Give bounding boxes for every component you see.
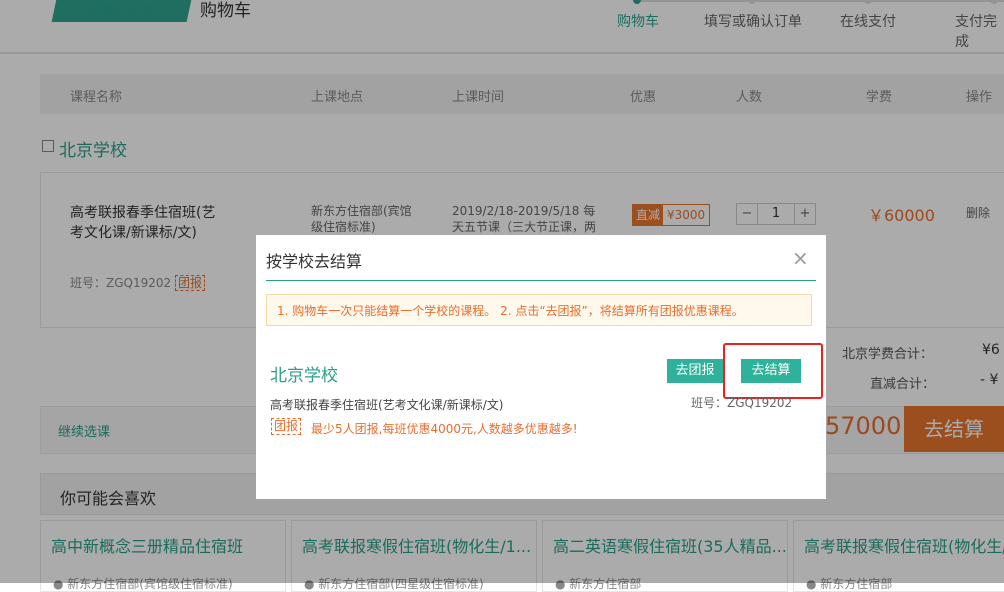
dialog-promo-text: 最少5人团报,每班优惠4000元,人数越多优惠越多! xyxy=(311,422,578,436)
group-buy-button[interactable]: 去团报 xyxy=(667,359,723,383)
dialog-title: 按学校去结算 xyxy=(266,252,363,271)
dialog-group-tag: 团报 xyxy=(271,418,302,435)
dialog-divider xyxy=(266,280,816,281)
highlight-box xyxy=(723,343,823,399)
dialog-course-name: 高考联报春季住宿班(艺考文化课/新课标/文) xyxy=(270,398,504,412)
dialog-school-name: 北京学校 xyxy=(270,366,338,386)
dialog-course-code: 班号：ZGQ19202 xyxy=(691,396,793,410)
close-icon[interactable]: × xyxy=(792,248,809,268)
notice-text: 1. 购物车一次只能结算一个学校的课程。 2. 点击“去团报”，将结算所有团报优… xyxy=(277,304,744,318)
